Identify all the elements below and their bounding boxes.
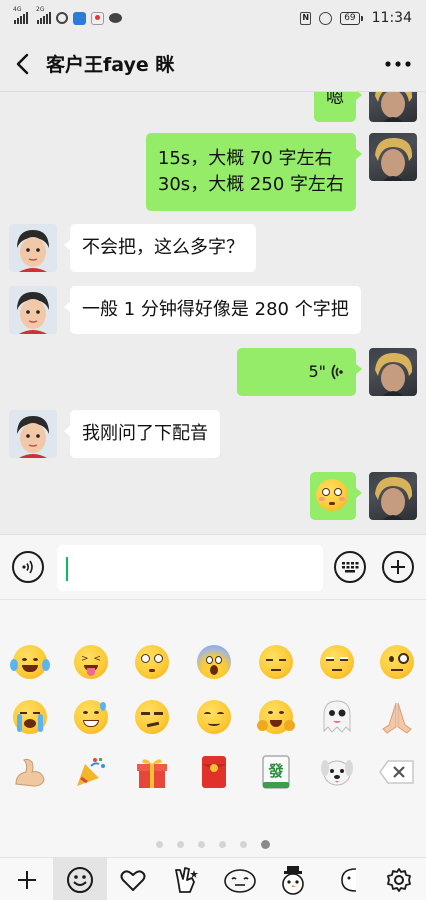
flexed-biceps-icon[interactable]: [10, 752, 50, 792]
voice-message-bubble[interactable]: 5": [237, 348, 362, 396]
folded-hands-icon[interactable]: [377, 697, 417, 737]
flushed-face-icon: [316, 479, 348, 511]
red-envelope-icon[interactable]: [194, 752, 234, 792]
face-with-tears-of-joy-icon[interactable]: [10, 642, 50, 682]
tab-sticker-face-2[interactable]: [320, 858, 373, 900]
sticker-tab-bar: [0, 857, 426, 900]
message-line: 15s，大概 70 字左右: [157, 148, 333, 169]
face-screaming-in-fear-icon[interactable]: [194, 642, 234, 682]
unamused-face-icon[interactable]: [317, 642, 357, 682]
pin-icon: [91, 11, 104, 25]
voice-wave-icon: [331, 364, 343, 380]
page-dot[interactable]: [198, 840, 205, 848]
hugging-face-icon[interactable]: [256, 697, 296, 737]
grinning-face-with-sweat-icon[interactable]: [71, 697, 111, 737]
sticker-face-icon: [223, 868, 256, 893]
more-options-button[interactable]: [370, 36, 426, 92]
chat-header: 客户王faye 眯: [0, 36, 426, 92]
avatar[interactable]: [9, 286, 57, 334]
tab-sticker-hand[interactable]: [160, 858, 213, 900]
tab-sticker-snowman[interactable]: [266, 858, 319, 900]
page-dot[interactable]: [156, 840, 163, 848]
tab-sticker-face-1[interactable]: [213, 858, 266, 900]
text-cursor: [66, 557, 68, 581]
shield-icon: [73, 11, 86, 25]
chat-title: 客户王faye 眯: [46, 54, 175, 76]
flushed-face-icon[interactable]: [132, 642, 172, 682]
tab-settings[interactable]: [373, 858, 426, 900]
status-bar: 4G 2G N 69 11:34: [0, 0, 426, 36]
emoji-pagination: [0, 839, 426, 849]
page-dot-active[interactable]: [261, 839, 270, 849]
back-button[interactable]: [0, 36, 46, 92]
message-bubble[interactable]: 不会把，这么多字？: [64, 224, 256, 272]
voice-toggle-button[interactable]: [12, 551, 44, 583]
squinting-face-with-tongue-icon[interactable]: > <: [71, 642, 111, 682]
alarm-icon: [319, 11, 333, 25]
avatar[interactable]: [369, 348, 417, 396]
emoji-panel: > < 發: [0, 600, 426, 857]
emoji-message-bubble[interactable]: [310, 472, 362, 520]
avatar[interactable]: [369, 92, 417, 122]
add-icon: [17, 870, 36, 889]
message-line: 30s，大概 250 字左右: [157, 174, 344, 195]
ghost-icon[interactable]: [317, 697, 357, 737]
svg-text:發: 發: [267, 762, 284, 780]
clock-time: 11:34: [371, 10, 412, 26]
avatar[interactable]: [369, 133, 417, 181]
tab-add[interactable]: [0, 858, 53, 900]
mahjong-fa-icon[interactable]: 發: [256, 752, 296, 792]
smiling-face-icon[interactable]: [194, 697, 234, 737]
pensive-face-icon[interactable]: [256, 642, 296, 682]
message-bubble[interactable]: 一般 1 分钟得好像是 280 个字把: [64, 286, 361, 334]
keyboard-toggle-button[interactable]: [334, 551, 366, 583]
sticker-partial-icon: [341, 867, 357, 892]
nfc-icon: N: [300, 11, 312, 25]
voice-icon: [22, 560, 33, 574]
hand-v-sticker-icon: [175, 866, 199, 893]
signal-icon: 2G: [36, 6, 51, 24]
settings-gear-icon: [387, 867, 412, 892]
battery-icon: 69: [340, 11, 364, 25]
more-dots-icon: [385, 60, 411, 67]
page-dot[interactable]: [177, 840, 184, 848]
page-dot[interactable]: [219, 840, 226, 848]
signal-icon: 4G: [13, 6, 28, 24]
wrapped-gift-icon[interactable]: [132, 752, 172, 792]
message-bubble[interactable]: 我刚问了下配音: [64, 410, 220, 458]
app-notification-icon: [56, 12, 68, 24]
heart-icon: [120, 869, 146, 891]
message-bubble[interactable]: 15s，大概 70 字左右 30s，大概 250 字左右: [145, 133, 363, 211]
page-dot[interactable]: [240, 840, 247, 848]
input-bar: [0, 534, 426, 600]
party-popper-icon[interactable]: [71, 752, 111, 792]
face-with-monocle-icon[interactable]: [377, 642, 417, 682]
avatar[interactable]: [9, 410, 57, 458]
emoji-smile-icon: [66, 866, 93, 893]
loudly-crying-face-icon[interactable]: [10, 697, 50, 737]
chat-area[interactable]: 嗯 15s，大概 70 字左右 30s，大概 250 字左右 不会把，这么多字？…: [0, 92, 426, 534]
tab-emoji[interactable]: [53, 858, 107, 900]
backspace-key-icon[interactable]: [377, 752, 417, 792]
chevron-left-icon: [16, 53, 29, 74]
message-bubble-icon: [109, 13, 122, 23]
smirking-face-icon[interactable]: [132, 697, 172, 737]
keyboard-icon: [342, 562, 359, 573]
message-bubble[interactable]: 嗯: [314, 92, 362, 122]
dog-face-icon[interactable]: [317, 752, 357, 792]
message-input[interactable]: [57, 545, 323, 591]
voice-duration: 5": [308, 362, 326, 381]
plus-icon: [391, 560, 405, 574]
avatar[interactable]: [9, 224, 57, 272]
sticker-snowman-icon: [282, 865, 304, 895]
avatar[interactable]: [369, 472, 417, 520]
more-functions-button[interactable]: [382, 551, 414, 583]
tab-favorites[interactable]: [107, 858, 160, 900]
